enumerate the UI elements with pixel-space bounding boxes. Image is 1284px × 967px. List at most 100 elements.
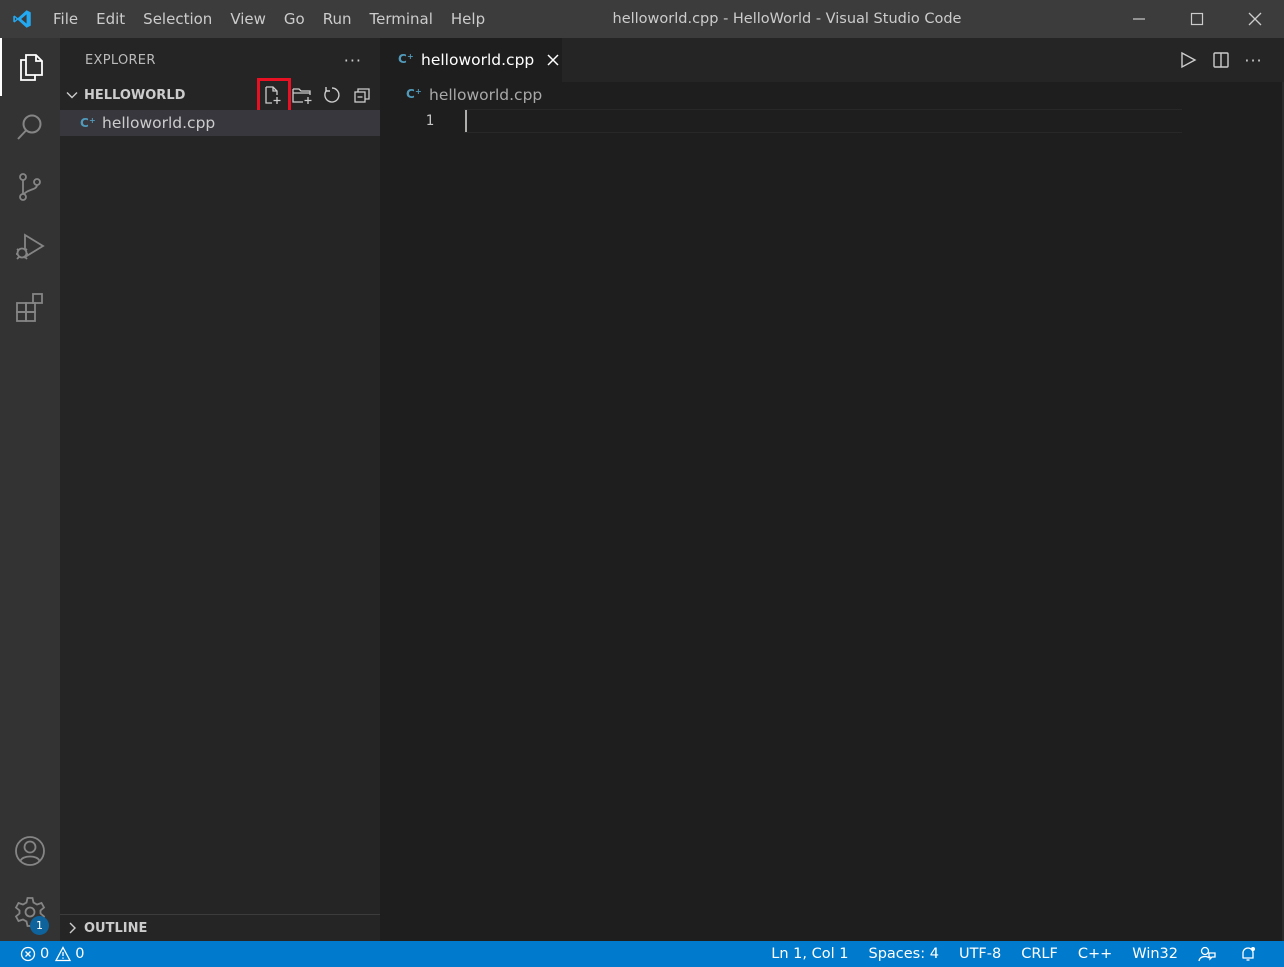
error-count: 0 — [40, 946, 50, 962]
run-code-button[interactable] — [1171, 38, 1204, 82]
menu-go[interactable]: Go — [275, 0, 314, 38]
cursor-position[interactable]: Ln 1, Col 1 — [761, 946, 858, 962]
more-actions-button[interactable]: ··· — [1237, 38, 1270, 82]
menu-terminal[interactable]: Terminal — [361, 0, 442, 38]
svg-text:C: C — [406, 87, 415, 101]
encoding[interactable]: UTF-8 — [949, 946, 1011, 962]
outline-title: OUTLINE — [84, 920, 148, 936]
maximize-button[interactable] — [1168, 0, 1226, 38]
editor-area: C + helloworld.cpp ··· C + helloworld.cp… — [380, 38, 1284, 941]
new-folder-button[interactable] — [287, 82, 317, 108]
folder-section-header[interactable]: HELLOWORLD — [60, 82, 380, 108]
line-number: 1 — [425, 113, 434, 129]
menu-help[interactable]: Help — [442, 0, 494, 38]
split-editor-icon — [1212, 52, 1229, 68]
collapse-folders-button[interactable] — [347, 82, 377, 108]
bell-icon — [1242, 947, 1255, 961]
feedback-icon — [1198, 946, 1216, 962]
close-icon — [547, 54, 559, 66]
tab-label: helloworld.cpp — [421, 51, 535, 69]
breadcrumb-file: helloworld.cpp — [429, 86, 543, 104]
activity-explorer[interactable] — [0, 38, 60, 96]
status-left: 0 0 — [0, 946, 94, 962]
run-icon — [1180, 51, 1196, 69]
extensions-icon — [16, 293, 43, 322]
error-icon — [20, 946, 36, 962]
minimize-icon — [1133, 18, 1145, 20]
menu-selection[interactable]: Selection — [134, 0, 221, 38]
new-folder-icon — [292, 88, 312, 104]
code-editor[interactable]: 1 — [380, 108, 1282, 934]
account-icon — [15, 836, 45, 866]
minimize-button[interactable] — [1110, 0, 1168, 38]
new-file-button[interactable] — [257, 82, 287, 108]
explorer-icon — [20, 54, 43, 81]
folder-actions — [257, 82, 377, 108]
menu-bar: File Edit Selection View Go Run Terminal… — [44, 0, 494, 38]
vscode-logo-icon — [0, 0, 44, 38]
activity-run-debug[interactable] — [0, 218, 60, 276]
svg-text:+: + — [407, 52, 414, 61]
close-icon — [1248, 12, 1262, 26]
explorer-sidebar: EXPLORER ··· HELLOWORLD C + helloworld.c… — [60, 38, 380, 941]
cpp-file-icon: C + — [406, 86, 422, 105]
text-cursor — [465, 110, 467, 132]
chevron-right-icon — [60, 921, 84, 935]
warning-icon — [55, 946, 72, 962]
current-line-highlight — [464, 109, 1182, 133]
editor-actions: ··· — [1171, 38, 1270, 82]
sidebar-header: EXPLORER ··· — [60, 38, 380, 82]
activity-search[interactable] — [0, 98, 60, 156]
menu-view[interactable]: View — [221, 0, 275, 38]
status-right: Ln 1, Col 1 Spaces: 4 UTF-8 CRLF C++ Win… — [761, 941, 1284, 967]
maximize-icon — [1190, 12, 1204, 26]
line-endings[interactable]: CRLF — [1011, 946, 1068, 962]
file-item-helloworld-cpp[interactable]: C + helloworld.cpp — [60, 110, 380, 136]
tabs-bar: C + helloworld.cpp ··· — [380, 38, 1284, 82]
file-name: helloworld.cpp — [102, 114, 216, 132]
folder-name: HELLOWORLD — [84, 87, 186, 103]
new-file-icon — [265, 86, 281, 104]
run-debug-icon — [16, 233, 45, 260]
notifications-button[interactable] — [1230, 946, 1270, 962]
split-editor-button[interactable] — [1204, 38, 1237, 82]
svg-text:C: C — [398, 52, 407, 66]
search-icon — [17, 114, 42, 140]
manage-badge: 1 — [30, 916, 49, 935]
cpp-file-icon: C + — [398, 51, 414, 70]
chevron-down-icon — [60, 88, 84, 102]
feedback-button[interactable] — [1188, 946, 1230, 962]
activity-accounts[interactable] — [0, 822, 60, 880]
platform-config[interactable]: Win32 — [1122, 946, 1188, 962]
sidebar-title: EXPLORER — [85, 52, 156, 68]
source-control-icon — [19, 173, 41, 201]
refresh-explorer-button[interactable] — [317, 82, 347, 108]
activity-manage[interactable]: 1 — [0, 883, 60, 941]
window-controls — [1110, 0, 1284, 38]
warning-count: 0 — [75, 946, 85, 962]
cpp-file-icon: C + — [80, 116, 102, 130]
tab-close-button[interactable] — [546, 53, 560, 67]
indentation[interactable]: Spaces: 4 — [858, 946, 948, 962]
menu-file[interactable]: File — [44, 0, 87, 38]
status-bar: 0 0 Ln 1, Col 1 Spaces: 4 UTF-8 CRLF C++… — [0, 941, 1284, 967]
title-bar: File Edit Selection View Go Run Terminal… — [0, 0, 1284, 38]
close-window-button[interactable] — [1226, 0, 1284, 38]
tab-helloworld-cpp[interactable]: C + helloworld.cpp — [380, 38, 562, 82]
menu-run[interactable]: Run — [314, 0, 361, 38]
collapse-all-icon — [354, 88, 370, 103]
activity-bar: 1 — [0, 38, 60, 941]
svg-text:+: + — [415, 87, 422, 96]
more-actions-icon: ··· — [1244, 50, 1263, 70]
problems-status[interactable]: 0 0 — [20, 946, 94, 962]
language-mode[interactable]: C++ — [1068, 946, 1122, 962]
activity-source-control[interactable] — [0, 158, 60, 216]
activity-extensions[interactable] — [0, 278, 60, 336]
refresh-icon — [324, 87, 340, 103]
breadcrumb[interactable]: C + helloworld.cpp — [406, 84, 542, 106]
sidebar-more-actions-button[interactable]: ··· — [344, 51, 362, 70]
menu-edit[interactable]: Edit — [87, 0, 134, 38]
svg-text:C: C — [80, 116, 89, 130]
outline-section-header[interactable]: OUTLINE — [60, 914, 380, 941]
svg-text:+: + — [89, 116, 96, 125]
